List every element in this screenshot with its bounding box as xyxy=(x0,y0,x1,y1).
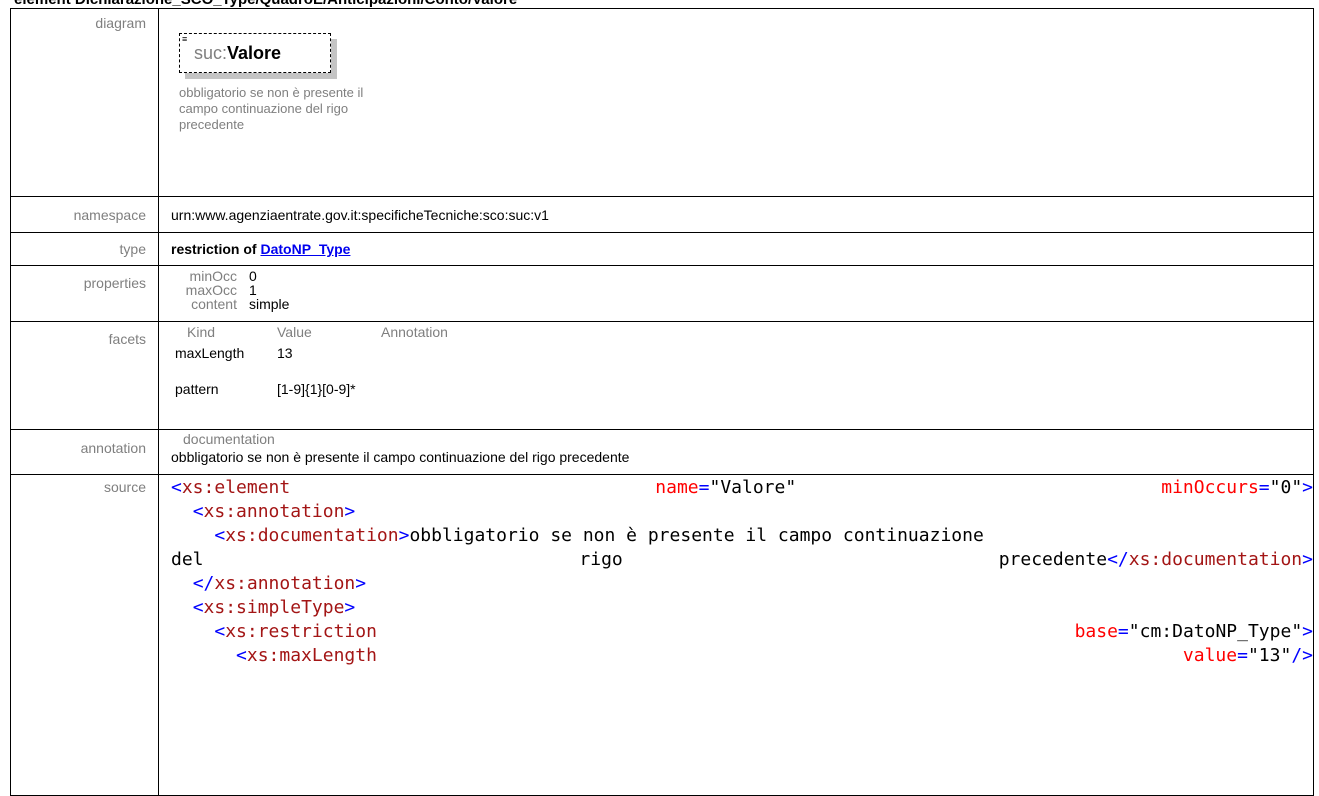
property-row: minOcc 0 xyxy=(179,269,289,283)
source-line: del rigo precedente</xs:documentation> xyxy=(171,549,1313,570)
facets-cell: Kind Value Annotation maxLength 13 patte… xyxy=(158,321,1314,430)
annotation-cell: documentation obbligatorio se non è pres… xyxy=(158,429,1314,475)
source-attr-name: base xyxy=(1074,621,1118,642)
facets-header-row: Kind Value Annotation xyxy=(175,325,448,346)
type-row: type restriction of DatoNP_Type xyxy=(10,232,1314,266)
source-tag: xs:documentation xyxy=(1128,549,1303,570)
properties-row: properties minOcc 0 maxOcc 1 content simple xyxy=(10,265,1314,322)
facets-header-value: Value xyxy=(277,324,312,340)
facet-row: maxLength 13 xyxy=(175,346,448,382)
facets-header-kind: Kind xyxy=(187,324,216,340)
source-line: </xs:annotation> xyxy=(192,573,367,594)
property-value: simple xyxy=(249,296,290,312)
source-tag: xs:simpleType xyxy=(203,597,345,618)
source-tag: xs:maxLength xyxy=(246,645,377,666)
source-tag: xs:annotation xyxy=(203,501,345,522)
source-text: obbligatorio se non è presente il campo … xyxy=(409,525,984,546)
source-line: <xs:element name="Valore" minOccurs="0"> xyxy=(171,477,1313,498)
element-doc-text: obbligatorio se non è presente il campo … xyxy=(179,85,364,132)
source-attr-name: minOccurs xyxy=(1161,477,1259,498)
element-prefix: suc: xyxy=(194,43,228,63)
source-attr-name: name xyxy=(655,477,699,498)
facets-table: Kind Value Annotation maxLength 13 patte… xyxy=(175,325,448,396)
source-line: <xs:annotation> xyxy=(192,501,356,522)
diagram-label: diagram xyxy=(10,8,159,197)
facets-row: facets Kind Value Annotation maxLength 1… xyxy=(10,321,1314,430)
properties-label: properties xyxy=(10,265,159,322)
type-link[interactable]: DatoNP_Type xyxy=(260,241,350,257)
type-prefix: restriction of xyxy=(171,241,261,257)
property-key: maxOcc xyxy=(185,282,237,298)
source-tag: xs:annotation xyxy=(214,573,356,594)
namespace-value: urn:www.agenziaentrate.gov.it:specifiche… xyxy=(171,207,549,223)
source-attr-value: "0" xyxy=(1269,477,1303,498)
source-row: source <xs:element name="Valore" minOccu… xyxy=(10,474,1314,796)
type-cell: restriction of DatoNP_Type xyxy=(158,232,1314,266)
source-line: <xs:restriction base="cm:DatoNP_Type"> xyxy=(214,621,1313,642)
source-attr-name: value xyxy=(1182,645,1238,666)
property-key: content xyxy=(191,296,237,312)
element-diagram: ≡ suc:Valore obbligatorio se non è prese… xyxy=(159,9,1313,196)
source-line: <xs:simpleType> xyxy=(192,597,356,618)
facet-value: [1-9]{1}[0-9]* xyxy=(277,381,356,397)
annotation-row: annotation documentation obbligatorio se… xyxy=(10,429,1314,475)
type-label: type xyxy=(10,232,159,266)
annotation-heading: documentation xyxy=(183,431,275,447)
source-text: del xyxy=(171,549,204,570)
annotation-lines-icon: ≡ xyxy=(182,34,188,44)
facet-value: 13 xyxy=(277,345,293,361)
properties-table: minOcc 0 maxOcc 1 content simple xyxy=(179,269,290,311)
source-tag: xs:restriction xyxy=(225,621,377,642)
source-tag: xs:documentation xyxy=(225,525,399,546)
property-key: minOcc xyxy=(189,268,237,284)
element-documentation-table: diagram ≡ suc:Valore obbligatorio se non… xyxy=(10,8,1314,796)
source-cell: <xs:element name="Valore" minOccurs="0">… xyxy=(158,474,1314,796)
source-attr-value: "cm:DatoNP_Type" xyxy=(1128,621,1303,642)
source-tag: xs:element xyxy=(181,477,291,498)
annotation-text: obbligatorio se non è presente il campo … xyxy=(171,449,630,465)
properties-cell: minOcc 0 maxOcc 1 content simple xyxy=(158,265,1314,322)
property-value: 1 xyxy=(249,282,257,298)
source-attr-value: "Valore" xyxy=(709,477,797,498)
page-title: element Dichiarazione_SCO_Type/QuadroE/A… xyxy=(14,0,517,8)
source-line: <xs:maxLength value="13"/> xyxy=(236,645,1313,666)
element-box-name: suc:Valore xyxy=(194,43,281,64)
annotation-label: annotation xyxy=(10,429,159,475)
source-label: source xyxy=(10,474,159,796)
source-attr-value: "13" xyxy=(1247,645,1292,666)
facet-kind: pattern xyxy=(175,381,219,397)
element-local-name: Valore xyxy=(227,43,282,63)
property-row: maxOcc 1 xyxy=(179,283,289,297)
namespace-cell: urn:www.agenziaentrate.gov.it:specifiche… xyxy=(158,196,1314,233)
facet-row: pattern [1-9]{1}[0-9]* xyxy=(175,382,448,396)
namespace-label: namespace xyxy=(10,196,159,233)
property-row: content simple xyxy=(179,297,289,311)
namespace-row: namespace urn:www.agenziaentrate.gov.it:… xyxy=(10,196,1314,233)
element-box[interactable]: ≡ suc:Valore xyxy=(179,33,331,73)
facets-header-annotation: Annotation xyxy=(381,324,448,340)
source-text: precedente xyxy=(998,549,1108,570)
diagram-row: diagram ≡ suc:Valore obbligatorio se non… xyxy=(10,8,1314,197)
source-text: rigo xyxy=(579,549,623,570)
source-line: <xs:documentation>obbligatorio se non è … xyxy=(214,525,984,546)
facets-label: facets xyxy=(10,321,159,430)
facet-kind: maxLength xyxy=(175,345,245,361)
diagram-cell: ≡ suc:Valore obbligatorio se non è prese… xyxy=(158,8,1314,197)
source-code: <xs:element name="Valore" minOccurs="0">… xyxy=(159,475,1313,668)
property-value: 0 xyxy=(249,268,257,284)
